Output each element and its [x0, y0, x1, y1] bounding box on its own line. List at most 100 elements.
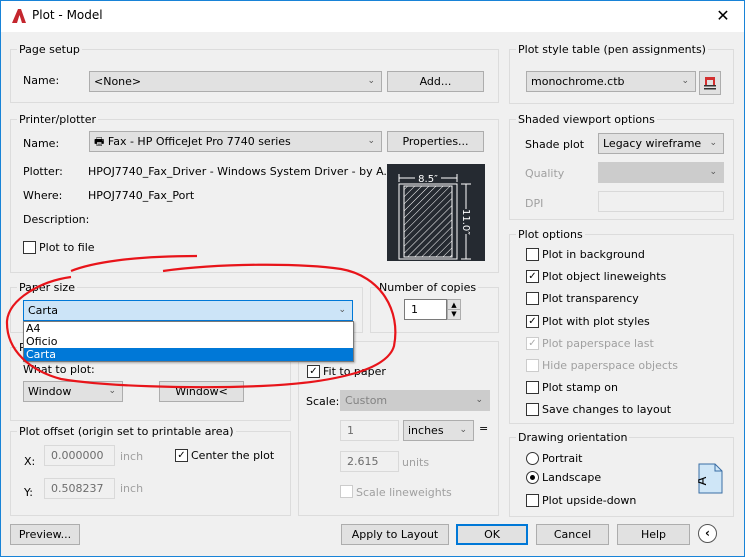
plot-offset-legend: Plot offset (origin set to printable are…: [19, 425, 234, 438]
edit-plot-style-button[interactable]: [699, 71, 721, 95]
printable-area: [403, 185, 453, 258]
cancel-button[interactable]: Cancel: [536, 524, 609, 545]
plot-style-value: monochrome.ctb: [531, 75, 625, 88]
paper-preview-graphic: 8.5″ 11.0″: [398, 174, 471, 260]
printer-legend: Printer/plotter: [19, 113, 96, 126]
upside-down-checkbox[interactable]: [526, 494, 539, 507]
y-offset-input[interactable]: 0.508237: [44, 478, 115, 499]
chevron-down-icon: ⌄: [338, 305, 346, 315]
chevron-down-icon: ⌄: [459, 425, 467, 435]
autocad-logo-icon: [12, 9, 26, 23]
chevron-down-icon: ⌄: [108, 386, 116, 396]
shade-plot-select[interactable]: Legacy wireframe ⌄: [598, 133, 724, 154]
landscape-radio[interactable]: [526, 471, 539, 484]
help-button[interactable]: Help: [617, 524, 690, 545]
printer-icon: 🖶: [94, 135, 105, 148]
chevron-down-icon: ⌄: [681, 76, 689, 86]
plot-option-checkbox[interactable]: ✓: [526, 315, 539, 328]
paper-size-option[interactable]: Oficio: [24, 335, 353, 348]
inches-input[interactable]: 1: [340, 420, 399, 441]
plot-style-select[interactable]: monochrome.ctb ⌄: [526, 71, 696, 92]
paper-width-text: 8.5″: [418, 174, 438, 185]
page-setup-name-select[interactable]: <None> ⌄: [89, 71, 382, 92]
plot-option-label: Plot paperspace last: [542, 337, 654, 350]
plot-option-checkbox[interactable]: [526, 292, 539, 305]
collapse-options-button[interactable]: ‹: [698, 524, 717, 543]
x-offset-input[interactable]: 0.000000: [44, 445, 115, 466]
plot-option-checkbox[interactable]: ✓: [526, 337, 539, 350]
center-plot-checkbox[interactable]: ✓: [175, 449, 188, 462]
plot-option-label: Plot transparency: [542, 292, 639, 305]
copies-spinner[interactable]: ▲ ▼: [447, 299, 461, 320]
plot-option-label: Plot object lineweights: [542, 270, 667, 283]
what-to-plot-select[interactable]: Window ⌄: [23, 381, 123, 402]
paper-size-option-selected[interactable]: Carta: [24, 348, 353, 361]
printer-name-label: Name:: [23, 137, 60, 150]
title-bar: Plot - Model ✕: [1, 1, 744, 32]
ok-button[interactable]: OK: [456, 524, 528, 545]
add-button[interactable]: Add...: [387, 71, 484, 92]
apply-to-layout-button[interactable]: Apply to Layout: [341, 524, 449, 545]
fit-to-paper-checkbox[interactable]: ✓: [307, 365, 320, 378]
units-input[interactable]: 2.615: [340, 451, 399, 472]
copies-input[interactable]: 1: [404, 299, 447, 320]
portrait-radio[interactable]: [526, 452, 539, 465]
plot-option-checkbox[interactable]: [526, 403, 539, 416]
plot-options-legend: Plot options: [518, 228, 583, 241]
units-select[interactable]: inches ⌄: [403, 420, 474, 441]
scale-select[interactable]: Custom ⌄: [340, 390, 490, 411]
chevron-down-icon: ⌄: [367, 136, 375, 146]
spin-down-icon[interactable]: ▼: [448, 310, 460, 319]
preview-button[interactable]: Preview...: [10, 524, 80, 545]
paper-size-option[interactable]: A4: [24, 322, 353, 335]
description-label: Description:: [23, 213, 90, 226]
orientation-letter: A: [698, 476, 710, 485]
plot-option-checkbox[interactable]: [526, 381, 539, 394]
units-label: units: [402, 456, 430, 469]
paper-size-legend: Paper size: [19, 281, 75, 294]
window-pick-button[interactable]: Window<: [159, 381, 244, 402]
properties-button[interactable]: Properties...: [387, 131, 484, 152]
scale-lineweights-checkbox[interactable]: [340, 485, 353, 498]
plot-option-checkbox[interactable]: [526, 248, 539, 261]
center-plot-label: Center the plot: [191, 449, 275, 462]
what-to-plot-label: What to plot:: [23, 363, 95, 376]
printer-name-value: Fax - HP OfficeJet Pro 7740 series: [107, 135, 291, 148]
radio-selected-dot: [530, 475, 535, 480]
equals-sign: =: [479, 422, 489, 435]
paper-height-text: 11.0″: [460, 209, 471, 235]
chevron-down-icon: ⌄: [709, 138, 717, 148]
dpi-input[interactable]: [598, 191, 724, 212]
plot-option-label: Save changes to layout: [542, 403, 672, 416]
paper-size-dropdown-list: A4 Oficio Carta: [23, 321, 354, 362]
y-label: Y:: [24, 486, 33, 499]
plot-option-checkbox[interactable]: ✓: [526, 270, 539, 283]
x-unit: inch: [120, 450, 144, 463]
where-value: HPOJ7740_Fax_Port: [88, 189, 195, 202]
plot-to-file-checkbox[interactable]: [23, 241, 36, 254]
scale-value: Custom: [345, 394, 388, 407]
plot-style-editor-icon: [704, 77, 716, 90]
dpi-label: DPI: [525, 197, 544, 210]
page-setup-name-value: <None>: [94, 75, 142, 88]
spin-up-icon[interactable]: ▲: [448, 300, 460, 310]
plot-to-file-label: Plot to file: [39, 241, 95, 254]
landscape-label: Landscape: [542, 471, 602, 484]
close-button[interactable]: ✕: [708, 4, 738, 28]
page-setup-legend: Page setup: [19, 43, 80, 56]
paper-preview: 8.5″ 11.0″: [387, 164, 485, 261]
what-to-plot-value: Window: [28, 385, 72, 398]
plot-option-checkbox[interactable]: [526, 359, 539, 372]
plot-option-label: Plot with plot styles: [542, 315, 650, 328]
upside-down-label: Plot upside-down: [542, 494, 637, 507]
quality-select[interactable]: ⌄: [598, 162, 724, 183]
paper-size-select[interactable]: Carta ⌄: [23, 300, 353, 321]
copies-legend: Number of copies: [379, 281, 477, 294]
printer-name-select[interactable]: 🖶 Fax - HP OfficeJet Pro 7740 series ⌄: [89, 131, 382, 152]
chevron-down-icon: ⌄: [709, 167, 717, 177]
units-select-value: inches: [408, 424, 444, 437]
where-label: Where:: [23, 189, 63, 202]
page-setup-name-label: Name:: [23, 74, 60, 87]
scale-lineweights-label: Scale lineweights: [356, 486, 452, 499]
window-title: Plot - Model: [32, 8, 103, 22]
